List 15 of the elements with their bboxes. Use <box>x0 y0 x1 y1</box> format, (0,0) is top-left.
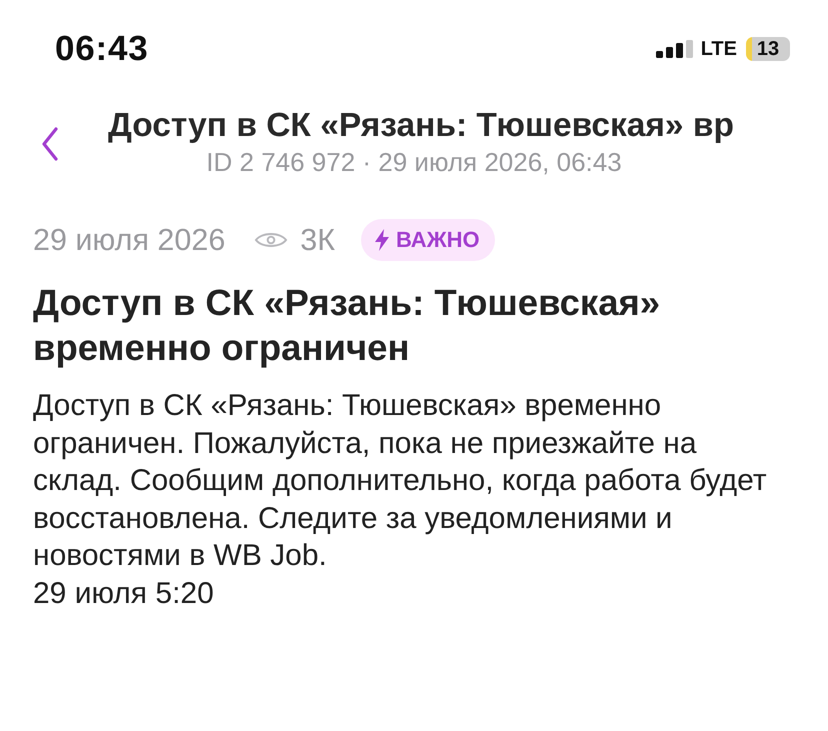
article-body: Доступ в СК «Рязань: Тюшевская» временно ограничен. Пожалуйста, пока не приезжайте на склад. Сообщим дополнительно, когда работа будет восстановлена. Следите за уведомлениями и новостями в WB Job. <box>33 388 768 574</box>
back-chevron-icon <box>41 127 59 161</box>
publish-date: 29 июля 2026 <box>33 222 226 258</box>
views-count: 3К <box>300 222 336 258</box>
eye-icon <box>254 230 288 250</box>
network-label: LTE <box>700 38 737 60</box>
header-subtitle: ID 2 746 972 · 29 июля 2026, 06:43 <box>206 146 622 178</box>
clock-time: 06:43 <box>55 29 149 69</box>
badge-label: ВАЖНО <box>396 227 480 253</box>
battery-percent: 13 <box>756 38 780 60</box>
article-timestamp: 29 июля 5:20 <box>33 576 215 612</box>
lightning-icon <box>375 229 390 251</box>
article-title: Доступ в СК «Рязань: Тюшевская» временно ограничен <box>33 281 662 370</box>
header-title: Доступ в СК «Рязань: Тюшевская» вр <box>108 106 734 146</box>
signal-icon <box>656 40 694 58</box>
